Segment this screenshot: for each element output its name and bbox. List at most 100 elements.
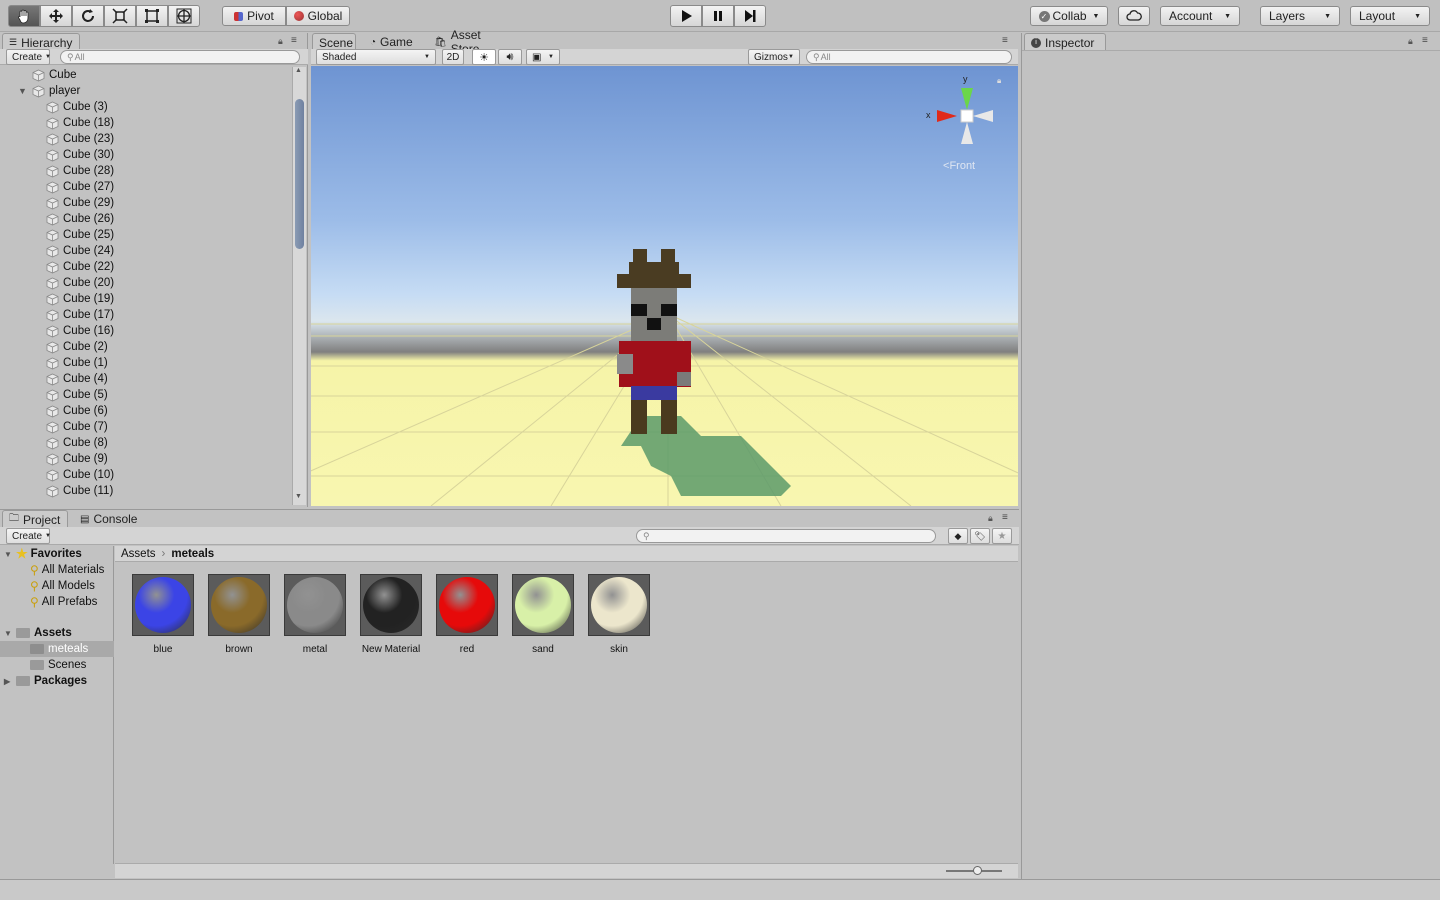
panel-menu-icon[interactable]: ≡ bbox=[1422, 35, 1428, 46]
material-asset[interactable]: metal bbox=[284, 574, 346, 655]
hand-tool-button[interactable] bbox=[8, 5, 40, 27]
thumbnail-size-slider[interactable] bbox=[946, 866, 1002, 875]
hierarchy-item[interactable]: Cube (22) bbox=[0, 259, 290, 275]
view-label[interactable]: <Front bbox=[943, 160, 975, 172]
packages-folder[interactable]: ▶ Packages bbox=[0, 673, 114, 689]
hierarchy-item[interactable]: Cube (29) bbox=[0, 195, 290, 211]
move-tool-button[interactable] bbox=[40, 5, 72, 27]
hierarchy-item[interactable]: Cube (16) bbox=[0, 323, 290, 339]
hierarchy-item[interactable]: Cube (18) bbox=[0, 115, 290, 131]
favorite-item[interactable]: ⚲ All Models bbox=[0, 578, 114, 594]
pivot-button[interactable]: Pivot bbox=[222, 6, 286, 26]
panel-menu-icon[interactable]: ≡ bbox=[1002, 35, 1008, 46]
hierarchy-item[interactable]: Cube (9) bbox=[0, 451, 290, 467]
hierarchy-scrollbar[interactable]: ▲ ▼ bbox=[292, 67, 306, 505]
hierarchy-item[interactable]: Cube (20) bbox=[0, 275, 290, 291]
hierarchy-item[interactable]: Cube (11) bbox=[0, 483, 290, 499]
slider-thumb[interactable] bbox=[973, 866, 982, 875]
view-gizmo[interactable]: y x <Front bbox=[923, 74, 1003, 184]
material-asset[interactable]: New Material bbox=[360, 574, 422, 655]
layout-dropdown[interactable]: Layout ▼ bbox=[1350, 6, 1430, 26]
hierarchy-item[interactable]: Cube (8) bbox=[0, 435, 290, 451]
account-dropdown[interactable]: Account ▼ bbox=[1160, 6, 1240, 26]
hierarchy-item[interactable]: Cube (25) bbox=[0, 227, 290, 243]
hierarchy-item-cube[interactable]: Cube bbox=[0, 67, 290, 83]
breadcrumb-item[interactable]: Assets bbox=[121, 548, 156, 560]
hierarchy-item[interactable]: Cube (3) bbox=[0, 99, 290, 115]
hierarchy-item[interactable]: Cube (24) bbox=[0, 243, 290, 259]
project-search-input[interactable]: ⚲ bbox=[636, 529, 936, 543]
tab-console[interactable]: ▤ Console bbox=[74, 510, 144, 528]
hierarchy-item[interactable]: Cube (2) bbox=[0, 339, 290, 355]
expand-arrow-icon[interactable]: ▶ bbox=[4, 677, 16, 686]
shading-mode-dropdown[interactable]: Shaded ▼ bbox=[316, 49, 436, 65]
tab-inspector[interactable]: i Inspector bbox=[1024, 33, 1106, 51]
hierarchy-item[interactable]: Cube (10) bbox=[0, 467, 290, 483]
transform-tool-button[interactable] bbox=[168, 5, 200, 27]
global-button[interactable]: Global bbox=[286, 6, 350, 26]
play-button[interactable] bbox=[670, 5, 702, 27]
pause-button[interactable] bbox=[702, 5, 734, 27]
hierarchy-item[interactable]: Cube (23) bbox=[0, 131, 290, 147]
filter-by-type-button[interactable]: ◆ bbox=[948, 528, 968, 544]
hierarchy-search-input[interactable]: ⚲ All bbox=[60, 50, 300, 64]
project-create-dropdown[interactable]: Create ▼ bbox=[6, 528, 51, 544]
material-asset[interactable]: red bbox=[436, 574, 498, 655]
rotate-tool-button[interactable] bbox=[72, 5, 104, 27]
hierarchy-item[interactable]: Cube (7) bbox=[0, 419, 290, 435]
filter-by-label-button[interactable]: 🏷︎ bbox=[970, 528, 990, 544]
panel-menu-icon[interactable]: ≡ bbox=[291, 35, 297, 46]
hierarchy-item[interactable]: Cube (30) bbox=[0, 147, 290, 163]
folder-item-meteals[interactable]: meteals bbox=[0, 641, 114, 657]
hierarchy-item-player[interactable]: ▼ player bbox=[0, 83, 290, 99]
layers-dropdown[interactable]: Layers ▼ bbox=[1260, 6, 1340, 26]
expand-arrow-icon[interactable]: ▼ bbox=[18, 86, 32, 96]
folder-item-scenes[interactable]: Scenes bbox=[0, 657, 114, 673]
lock-icon[interactable]: 🔒︎ bbox=[997, 76, 1001, 86]
scene-search-input[interactable]: ⚲ All bbox=[806, 50, 1012, 64]
lighting-toggle[interactable]: ☀ bbox=[472, 49, 496, 65]
audio-toggle[interactable]: 🔊︎ bbox=[498, 49, 522, 65]
hierarchy-item[interactable]: Cube (17) bbox=[0, 307, 290, 323]
material-thumbnail bbox=[208, 574, 270, 636]
hierarchy-item[interactable]: Cube (19) bbox=[0, 291, 290, 307]
expand-arrow-icon[interactable]: ▼ bbox=[4, 550, 16, 559]
lock-icon[interactable]: 🔒︎ bbox=[1408, 36, 1413, 47]
collab-dropdown[interactable]: ✓ Collab ▼ bbox=[1030, 6, 1108, 26]
favorite-search-button[interactable]: ★ bbox=[992, 528, 1012, 544]
hierarchy-create-dropdown[interactable]: Create ▼ bbox=[6, 49, 51, 65]
breadcrumb-item[interactable]: meteals bbox=[171, 548, 214, 560]
mode-2d-toggle[interactable]: 2D bbox=[442, 49, 464, 65]
rect-tool-button[interactable] bbox=[136, 5, 168, 27]
favorite-item[interactable]: ⚲ All Materials bbox=[0, 562, 114, 578]
lock-icon[interactable]: 🔒︎ bbox=[988, 513, 993, 524]
scroll-up-icon[interactable]: ▲ bbox=[295, 67, 302, 74]
panel-menu-icon[interactable]: ≡ bbox=[1002, 512, 1008, 523]
cloud-button[interactable] bbox=[1118, 6, 1150, 26]
scene-viewport[interactable]: y x <Front 🔒︎ bbox=[311, 66, 1018, 506]
hierarchy-item[interactable]: Cube (4) bbox=[0, 371, 290, 387]
hierarchy-item[interactable]: Cube (27) bbox=[0, 179, 290, 195]
lock-icon[interactable]: 🔒︎ bbox=[278, 36, 283, 47]
material-asset[interactable]: blue bbox=[132, 574, 194, 655]
tab-project[interactable]: 🗀 Project bbox=[2, 510, 68, 528]
scale-tool-button[interactable] bbox=[104, 5, 136, 27]
step-button[interactable] bbox=[734, 5, 766, 27]
favorite-item[interactable]: ⚲ All Prefabs bbox=[0, 594, 114, 610]
assets-folder[interactable]: ▼ Assets bbox=[0, 625, 114, 641]
hierarchy-item[interactable]: Cube (1) bbox=[0, 355, 290, 371]
gizmos-dropdown[interactable]: Gizmos ▼ bbox=[748, 49, 800, 65]
material-asset[interactable]: skin bbox=[588, 574, 650, 655]
hierarchy-item[interactable]: Cube (28) bbox=[0, 163, 290, 179]
view-label-text: Front bbox=[949, 160, 976, 172]
effects-dropdown[interactable]: ▣ ▼ bbox=[526, 49, 560, 65]
favorites-header[interactable]: ▼ ★ Favorites bbox=[0, 546, 114, 562]
expand-arrow-icon[interactable]: ▼ bbox=[4, 629, 16, 638]
hierarchy-item[interactable]: Cube (6) bbox=[0, 403, 290, 419]
hierarchy-item[interactable]: Cube (5) bbox=[0, 387, 290, 403]
scrollbar-thumb[interactable] bbox=[295, 99, 304, 249]
scroll-down-icon[interactable]: ▼ bbox=[295, 493, 302, 500]
material-asset[interactable]: sand bbox=[512, 574, 574, 655]
material-asset[interactable]: brown bbox=[208, 574, 270, 655]
hierarchy-item[interactable]: Cube (26) bbox=[0, 211, 290, 227]
